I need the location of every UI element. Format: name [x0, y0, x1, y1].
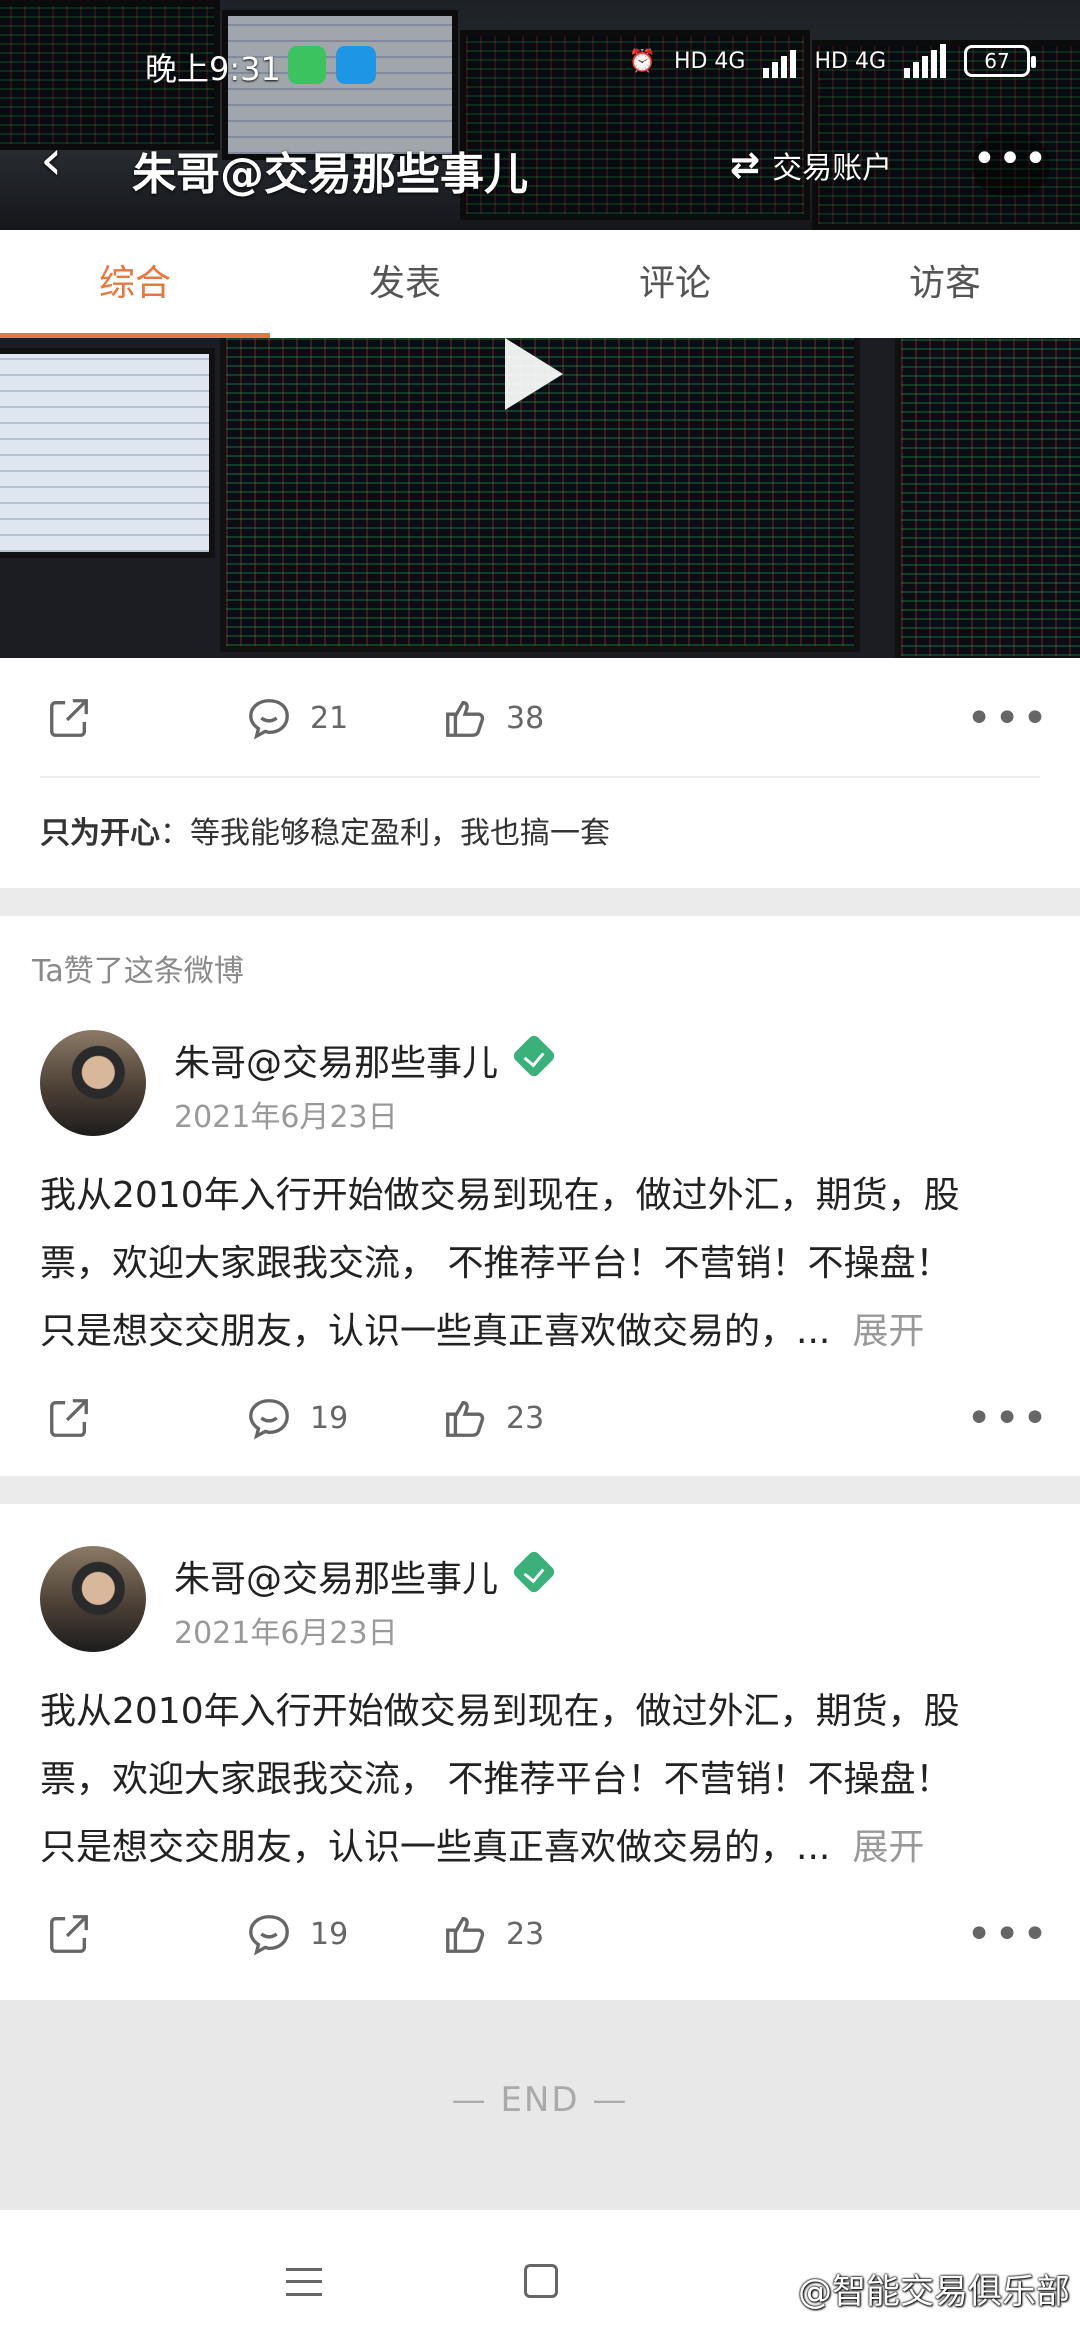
play-icon[interactable]: [505, 338, 563, 410]
repost-comment[interactable]: 只为开心：等我能够稳定盈利，我也搞一套: [40, 808, 610, 852]
post-text-line: 票，欢迎大家跟我交流， 不推荐平台！不营销！不操盘！: [40, 1759, 952, 1800]
tab-posts[interactable]: 发表: [270, 230, 540, 338]
status-time: 晚上9:31: [145, 50, 281, 88]
system-navigation-bar: @智能交易俱乐部: [0, 2210, 1080, 2340]
signal-icon: [904, 44, 946, 78]
more-dots-icon: •••: [966, 1908, 1050, 1960]
expand-link[interactable]: 展开: [852, 1311, 924, 1352]
signal-icon: [763, 44, 797, 78]
repost-text: ：等我能够稳定盈利，我也搞一套: [160, 816, 610, 851]
more-dots-icon: •••: [966, 692, 1050, 744]
avatar[interactable]: [40, 1030, 146, 1136]
profile-header: 晚上9:31 ⏰ HD 4G HD 4G 67 ‹ 朱哥@交易那些事儿 ⇄ 交易…: [0, 0, 1080, 230]
verified-badge-icon: [511, 1549, 557, 1595]
repost-author[interactable]: 只为开心: [40, 816, 160, 851]
post-text-line: 我从2010年入行开始做交易到现在，做过外汇，期货，股: [40, 1691, 960, 1732]
avatar[interactable]: [40, 1546, 146, 1652]
post-text-line: 我从2010年入行开始做交易到现在，做过外汇，期货，股: [40, 1175, 960, 1216]
trading-account-button[interactable]: ⇄ 交易账户: [730, 136, 892, 194]
share-button[interactable]: [46, 1894, 92, 1974]
share-button[interactable]: [46, 678, 92, 758]
post-header: 朱哥@交易那些事儿 2021年6月23日: [40, 1546, 1040, 1656]
home-icon[interactable]: [524, 2264, 558, 2298]
header-nav: ‹ 朱哥@交易那些事儿 ⇄ 交易账户 •••: [0, 130, 1080, 200]
profile-tabs: 综合 发表 评论 访客: [0, 230, 1080, 338]
post-header: 朱哥@交易那些事儿 2021年6月23日: [40, 1030, 1040, 1140]
back-button[interactable]: ‹: [40, 130, 100, 200]
comment-icon: [249, 699, 289, 740]
author-name[interactable]: 朱哥@交易那些事儿: [174, 1034, 498, 1086]
end-label: — END —: [451, 2080, 629, 2120]
watermark: @智能交易俱乐部: [798, 2272, 1070, 2312]
like-count: 23: [506, 1916, 545, 1952]
post-date: 2021年6月23日: [174, 1616, 398, 1651]
post-more-button[interactable]: •••: [966, 1378, 1050, 1458]
comment-count: 19: [310, 1400, 349, 1436]
comment-button[interactable]: 21: [246, 678, 348, 758]
like-button[interactable]: 38: [442, 678, 544, 758]
thumbs-up-icon: [446, 700, 485, 737]
share-icon: [50, 1915, 88, 1953]
more-options-button[interactable]: •••: [972, 134, 1050, 196]
like-button[interactable]: 23: [442, 1378, 544, 1458]
network-label: HD 4G: [673, 48, 746, 74]
comment-button[interactable]: 19: [246, 1894, 348, 1974]
section-gap: [0, 1476, 1080, 1504]
video-thumbnail[interactable]: [0, 338, 1080, 658]
app-notification-icon: [288, 46, 326, 84]
post-text-line: 只是想交交朋友，认识一些真正喜欢做交易的，...: [40, 1827, 831, 1868]
post-actions: 19 23 •••: [0, 1378, 1080, 1458]
comment-icon: [249, 1399, 289, 1440]
trading-account-label: 交易账户: [772, 151, 893, 186]
canva-notification-icon: [336, 46, 376, 84]
end-of-feed: — END —: [0, 2000, 1080, 2210]
expand-link[interactable]: 展开: [852, 1827, 924, 1868]
network-label: HD 4G: [814, 48, 886, 74]
battery-icon: 67: [964, 45, 1036, 77]
post-text[interactable]: 我从2010年入行开始做交易到现在，做过外汇，期货，股 票，欢迎大家跟我交流， …: [40, 1162, 1040, 1366]
like-count: 38: [506, 700, 545, 736]
comment-button[interactable]: 19: [246, 1378, 348, 1458]
divider: [40, 776, 1040, 778]
share-button[interactable]: [46, 1378, 92, 1458]
section-gap: [0, 888, 1080, 916]
page-title: 朱哥@交易那些事儿: [132, 149, 528, 200]
post-actions: 19 23 •••: [0, 1894, 1080, 1974]
post-actions: 21 38 •••: [0, 678, 1080, 758]
swap-icon: ⇄: [730, 144, 761, 186]
author-name[interactable]: 朱哥@交易那些事儿: [174, 1550, 498, 1602]
menu-icon[interactable]: [286, 2268, 322, 2296]
like-button[interactable]: 23: [442, 1894, 544, 1974]
post-text-line: 票，欢迎大家跟我交流， 不推荐平台！不营销！不操盘！: [40, 1243, 952, 1284]
thumbs-up-icon: [446, 1916, 485, 1953]
like-count: 23: [506, 1400, 545, 1436]
comment-count: 21: [310, 700, 349, 736]
post-more-button[interactable]: •••: [966, 678, 1050, 758]
more-dots-icon: •••: [966, 1392, 1050, 1444]
verified-badge-icon: [511, 1033, 557, 1079]
tab-visitors[interactable]: 访客: [810, 230, 1080, 338]
liked-note: Ta赞了这条微博: [32, 954, 244, 989]
alarm-icon: ⏰: [628, 48, 656, 74]
share-icon: [50, 699, 88, 737]
post-text[interactable]: 我从2010年入行开始做交易到现在，做过外汇，期货，股 票，欢迎大家跟我交流， …: [40, 1678, 1040, 1882]
chevron-left-icon: ‹: [40, 128, 63, 193]
comment-count: 19: [310, 1916, 349, 1952]
post-more-button[interactable]: •••: [966, 1894, 1050, 1974]
post-date: 2021年6月23日: [174, 1100, 398, 1135]
thumbs-up-icon: [446, 1400, 485, 1437]
status-bar: 晚上9:31 ⏰ HD 4G HD 4G 67: [0, 40, 1080, 90]
comment-icon: [249, 1915, 289, 1956]
tab-comments[interactable]: 评论: [540, 230, 810, 338]
tab-overview[interactable]: 综合: [0, 230, 270, 338]
post-text-line: 只是想交交朋友，认识一些真正喜欢做交易的，...: [40, 1311, 831, 1352]
share-icon: [50, 1399, 88, 1437]
